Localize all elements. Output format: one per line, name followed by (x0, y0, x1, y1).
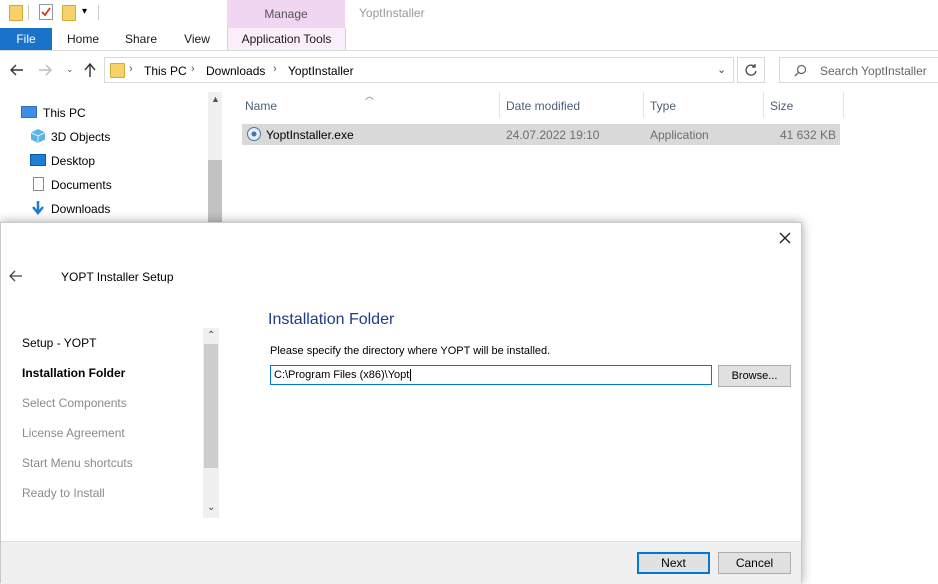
breadcrumb-downloads[interactable]: Downloads (206, 64, 265, 78)
window-title: YoptInstaller (359, 6, 425, 20)
tab-application-tools[interactable]: Application Tools (227, 28, 346, 50)
scroll-up-icon[interactable]: ⌃ (207, 330, 215, 341)
address-bar[interactable]: › This PC › Downloads › YoptInstaller ⌄ (104, 57, 734, 83)
column-date-modified[interactable]: Date modified (506, 99, 580, 113)
up-arrow-icon[interactable] (83, 62, 97, 78)
step-start-menu-shortcuts: Start Menu shortcuts (22, 456, 133, 470)
folder-icon (110, 63, 125, 78)
file-row[interactable]: YoptInstaller.exe 24.07.2022 19:10 Appli… (242, 124, 840, 145)
refresh-icon (745, 64, 757, 76)
nav-item-this-pc[interactable]: This PC (43, 106, 86, 120)
column-name[interactable]: Name (245, 99, 277, 113)
column-separator[interactable] (843, 92, 844, 118)
column-separator[interactable] (643, 92, 644, 118)
sort-up-icon: ︿ (365, 91, 375, 101)
next-button[interactable]: Next (637, 552, 710, 574)
scroll-thumb[interactable] (204, 344, 218, 468)
dialog-footer: Next Cancel (1, 541, 801, 584)
folder-icon (9, 5, 23, 21)
search-box[interactable]: Search YoptInstaller (779, 57, 938, 83)
file-date: 24.07.2022 19:10 (506, 128, 600, 142)
dialog-title: YOPT Installer Setup (61, 270, 174, 284)
back-arrow-icon[interactable] (9, 63, 25, 77)
dropdown-icon[interactable]: ▾ (82, 6, 87, 17)
desktop-icon (30, 154, 46, 166)
install-path-value: C:\Program Files (x86)\Yopt (274, 369, 410, 381)
breadcrumb-chevron-icon: › (273, 63, 277, 75)
new-folder-icon[interactable] (62, 5, 76, 21)
scroll-down-icon[interactable]: ⌄ (207, 502, 215, 513)
breadcrumb-yoptinstaller[interactable]: YoptInstaller (288, 64, 354, 78)
nav-item-desktop[interactable]: Desktop (51, 154, 95, 168)
column-separator[interactable] (499, 92, 500, 118)
nav-scrollbar[interactable]: ▲ (208, 92, 222, 224)
step-select-components: Select Components (22, 396, 127, 410)
download-arrow-icon (32, 201, 44, 215)
file-type: Application (650, 128, 709, 142)
step-license-agreement: License Agreement (22, 426, 125, 440)
tab-file[interactable]: File (0, 28, 52, 50)
search-placeholder: Search YoptInstaller (820, 64, 927, 78)
breadcrumb-this-pc[interactable]: This PC (144, 64, 187, 78)
installer-dialog: YOPT Installer Setup Setup - YOPT Instal… (0, 222, 802, 584)
install-path-input[interactable]: C:\Program Files (x86)\Yopt (270, 365, 712, 385)
address-history-dropdown-icon[interactable]: ⌄ (717, 63, 726, 76)
qat-separator (28, 5, 29, 20)
scroll-thumb[interactable] (208, 160, 222, 224)
column-separator[interactable] (763, 92, 764, 118)
this-pc-icon (21, 106, 37, 118)
instruction-text: Please specify the directory where YOPT … (270, 345, 551, 357)
back-arrow-icon[interactable] (9, 270, 23, 282)
qat-separator (98, 5, 99, 20)
search-icon (794, 64, 807, 77)
checkmark-icon (41, 7, 51, 17)
forward-arrow-icon[interactable] (37, 63, 53, 77)
context-tab-group-label: Manage (264, 7, 308, 21)
file-name: YoptInstaller.exe (266, 128, 354, 142)
close-icon[interactable] (779, 232, 791, 244)
section-heading: Installation Folder (268, 311, 395, 328)
step-ready-to-install: Ready to Install (22, 486, 105, 500)
tab-share[interactable]: Share (116, 28, 166, 50)
nav-item-3d-objects[interactable]: 3D Objects (51, 130, 110, 144)
recent-locations-icon[interactable]: ⌄ (66, 64, 74, 75)
scroll-up-icon[interactable]: ▲ (211, 94, 220, 104)
steps-scrollbar[interactable]: ⌃ ⌄ (203, 328, 219, 518)
nav-item-documents[interactable]: Documents (51, 178, 112, 192)
browse-button[interactable]: Browse... (718, 365, 791, 387)
breadcrumb-chevron-icon: › (191, 63, 195, 75)
cube-icon (30, 129, 46, 143)
column-type[interactable]: Type (650, 99, 676, 113)
cancel-button[interactable]: Cancel (718, 552, 791, 574)
tab-home[interactable]: Home (58, 28, 108, 50)
properties-icon[interactable] (39, 4, 53, 20)
column-size[interactable]: Size (770, 99, 793, 113)
file-size: 41 632 KB (779, 128, 836, 142)
nav-item-downloads[interactable]: Downloads (51, 202, 110, 216)
refresh-button[interactable] (737, 57, 765, 83)
breadcrumb-chevron-icon: › (129, 63, 133, 75)
documents-icon (33, 177, 44, 191)
step-installation-folder: Installation Folder (22, 366, 126, 380)
tab-view[interactable]: View (172, 28, 222, 50)
text-caret (410, 369, 412, 381)
step-setup-yopt: Setup - YOPT (22, 336, 97, 350)
installer-icon (247, 127, 261, 141)
